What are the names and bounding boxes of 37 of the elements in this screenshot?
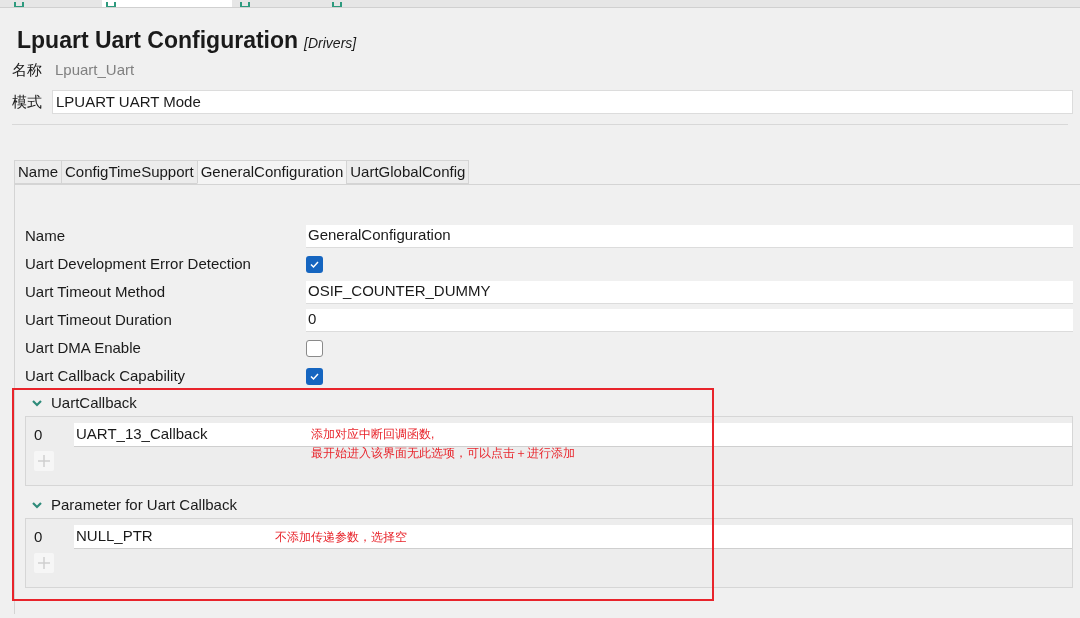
tab[interactable]: UartGlobalConfig [346, 160, 470, 184]
page-title: Lpuart Uart Configuration [17, 26, 299, 55]
input-field[interactable]: 0 [306, 308, 1073, 332]
input-field[interactable]: LPUART UART Mode [52, 90, 1073, 114]
input-field[interactable]: OSIF_COUNTER_DUMMY [306, 280, 1073, 304]
file-icon [106, 2, 116, 7]
property-label: Uart DMA Enable [25, 337, 142, 358]
checkbox[interactable] [306, 367, 323, 385]
tab[interactable]: GeneralConfiguration [196, 160, 348, 184]
annotation-text: 不添加传递参数，选择空 [275, 529, 407, 545]
chevron-down-icon[interactable] [31, 499, 43, 511]
title-tag: [Drivers] [304, 33, 357, 54]
chevron-down-icon[interactable] [31, 397, 43, 409]
property-label: Uart Callback Capability [25, 365, 187, 386]
checkbox[interactable] [306, 255, 323, 273]
input-field[interactable]: GeneralConfiguration [306, 224, 1073, 248]
annotation-text: 添加对应中断回调函数, [311, 426, 436, 443]
index-label: 0 [34, 526, 44, 547]
property-label: Name [25, 225, 66, 246]
tab[interactable]: ConfigTimeSupport [61, 160, 198, 184]
file-icon [240, 2, 250, 7]
tab[interactable]: Name [14, 160, 62, 184]
plus-icon [37, 454, 51, 468]
field-label: 模式 [12, 91, 43, 112]
plus-icon [37, 556, 51, 570]
property-label: Uart Timeout Duration [25, 309, 173, 330]
section-title: UartCallback [51, 392, 137, 413]
index-label: 0 [34, 424, 44, 445]
section-title: Parameter for Uart Callback [51, 494, 237, 515]
file-icon [332, 2, 342, 7]
property-label: Uart Development Error Detection [25, 253, 252, 274]
checkbox[interactable] [306, 339, 323, 357]
file-icon [14, 2, 24, 7]
editor-tab[interactable] [102, 0, 232, 7]
property-label: Uart Timeout Method [25, 281, 167, 302]
annotation-text: 最开始进入该界面无此选项，可以点击＋进行添加 [311, 445, 575, 462]
field-label: 名称 [12, 59, 43, 80]
